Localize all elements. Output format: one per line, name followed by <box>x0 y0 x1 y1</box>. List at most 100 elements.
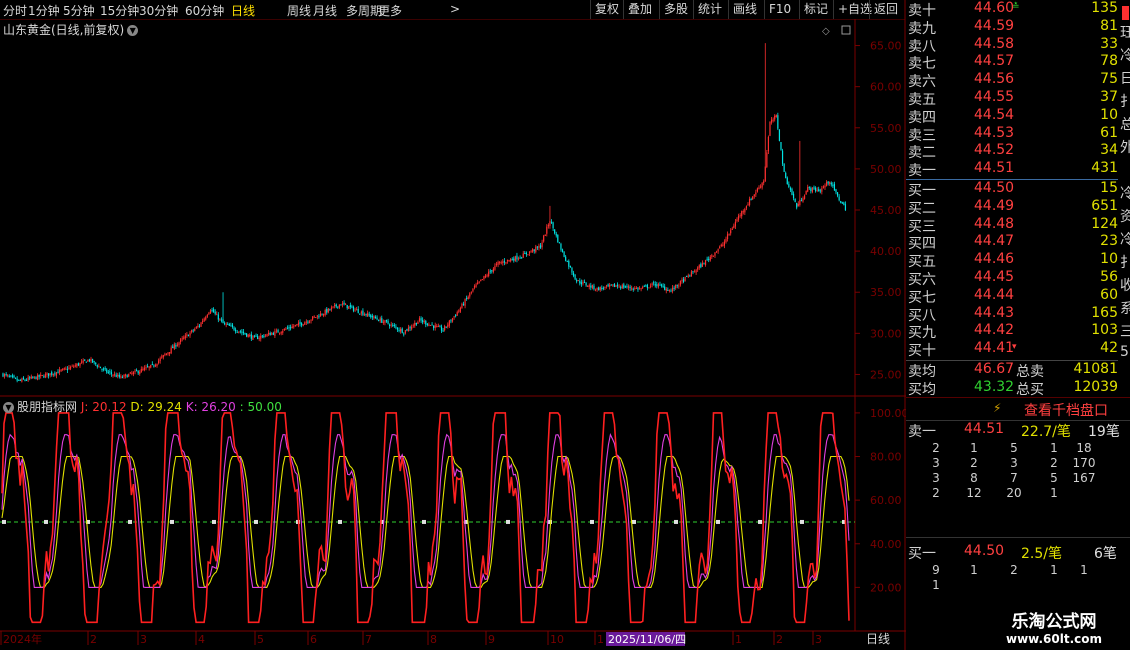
candle <box>16 376 18 383</box>
bid-row[interactable]: 买十 44.41 ▾ 42 <box>906 340 1118 359</box>
level-marker <box>254 519 258 524</box>
candle <box>813 185 815 191</box>
bid-row[interactable]: 买七 44.44 60 <box>906 287 1118 306</box>
candle <box>686 275 688 277</box>
bid-row[interactable]: 买二 44.49 651 <box>906 198 1118 217</box>
candle <box>802 196 804 203</box>
candle <box>591 284 593 290</box>
candle <box>502 258 504 266</box>
candle <box>491 269 493 274</box>
candle <box>126 374 128 378</box>
candle <box>268 330 270 337</box>
ask-row[interactable]: 卖五 44.55 37 <box>906 89 1118 108</box>
candle <box>734 218 737 230</box>
total-sell-label: 总卖 <box>1016 364 1044 380</box>
candle <box>715 250 718 253</box>
candle <box>129 371 131 374</box>
candle <box>838 194 840 202</box>
candle <box>246 333 248 338</box>
cut-text: 收 <box>1120 278 1130 294</box>
candle <box>228 322 230 326</box>
candle <box>44 372 47 379</box>
view-depth-button[interactable]: 查看千档盘口 <box>1024 400 1108 420</box>
candle <box>211 307 213 313</box>
candle <box>293 324 295 329</box>
chevron-down-icon[interactable]: ▼ <box>3 402 14 413</box>
bid-row[interactable]: 买三 44.48 124 <box>906 216 1118 235</box>
candle <box>648 287 650 289</box>
candle <box>176 342 179 347</box>
candle <box>63 367 65 371</box>
candle <box>79 362 81 368</box>
candle <box>437 323 439 328</box>
chart-area[interactable]: ◇ 65.00 60.00 55.00 50.00 45.00 40.00 35.00 30.… <box>0 0 906 650</box>
candle <box>137 370 139 375</box>
bid-row[interactable]: 买九 44.42 103 <box>906 322 1118 341</box>
candle <box>299 319 301 327</box>
candle <box>423 319 425 324</box>
candle <box>577 280 579 282</box>
candle <box>711 253 713 259</box>
candle <box>162 354 164 360</box>
candle <box>29 375 31 381</box>
sell1-price: 44.51 <box>964 421 1005 437</box>
ask-row[interactable]: 卖六 44.56 75 <box>906 71 1118 90</box>
ask-row[interactable]: 卖四 44.54 10 <box>906 107 1118 126</box>
candle <box>510 257 512 263</box>
candle <box>511 257 513 261</box>
candle <box>706 256 708 262</box>
time-tick: 2 <box>776 633 783 646</box>
candle <box>704 259 707 267</box>
ask-row[interactable]: 卖十 44.60 ≛ 135 <box>906 0 1118 19</box>
candle <box>247 333 249 338</box>
candle <box>140 366 142 373</box>
candle <box>235 327 237 334</box>
candle <box>255 333 257 337</box>
bid-row[interactable]: 买一 44.50 15 <box>906 180 1118 199</box>
candle <box>690 269 693 277</box>
candle <box>312 316 314 321</box>
candle <box>404 330 406 335</box>
candle <box>286 325 289 330</box>
bid-row[interactable]: 买六 44.45 56 <box>906 269 1118 288</box>
window-icon[interactable] <box>841 25 851 35</box>
candle <box>631 285 633 291</box>
candle <box>522 250 524 258</box>
candle <box>459 306 461 313</box>
ask-row[interactable]: 卖七 44.57 78 <box>906 53 1118 72</box>
candle <box>675 284 677 290</box>
queue-order: 12 <box>966 486 982 500</box>
candle <box>385 319 388 323</box>
ask-row[interactable]: 卖三 44.53 61 <box>906 125 1118 144</box>
candle <box>528 251 531 257</box>
bid-row[interactable]: 买八 44.43 165 <box>906 305 1118 324</box>
bid-row[interactable]: 买五 44.46 10 <box>906 251 1118 270</box>
candle <box>818 186 820 192</box>
total-buy: 12039 <box>1073 379 1118 395</box>
queue-order: 1 <box>970 441 978 455</box>
diamond-icon[interactable]: ◇ <box>822 26 830 37</box>
candle <box>55 371 58 379</box>
level-price: 44.58 <box>974 35 1015 52</box>
level-price: 44.41 <box>974 340 1015 357</box>
indicator-title[interactable]: ▼ 股朋指标网 J: 20.12 D: 29.24 K: 26.20 : 50.0… <box>3 398 282 415</box>
ask-row[interactable]: 卖八 44.58 33 <box>906 35 1118 55</box>
candle <box>524 250 526 255</box>
ask-row[interactable]: 卖二 44.52 34 <box>906 142 1118 161</box>
ask-row[interactable]: 卖一 44.51 431 <box>906 160 1118 179</box>
buy1-price: 44.50 <box>964 543 1005 559</box>
candle <box>731 226 733 231</box>
price-axis: 65.00 60.00 55.00 50.00 45.00 40.00 35.00 30.00… <box>855 40 902 381</box>
level-price: 44.51 <box>974 160 1015 177</box>
period-label[interactable]: 日线 <box>866 632 890 646</box>
queue-order: 167 <box>1072 471 1096 485</box>
candle <box>184 333 186 341</box>
candle <box>406 328 408 332</box>
avg-buy: 43.32 <box>974 379 1015 395</box>
candle <box>156 363 158 368</box>
ask-row[interactable]: 卖九 44.59 81 <box>906 18 1118 37</box>
candle <box>462 301 465 306</box>
candle <box>486 273 488 278</box>
bid-row[interactable]: 买四 44.47 23 <box>906 233 1118 252</box>
level-marker <box>128 519 132 524</box>
